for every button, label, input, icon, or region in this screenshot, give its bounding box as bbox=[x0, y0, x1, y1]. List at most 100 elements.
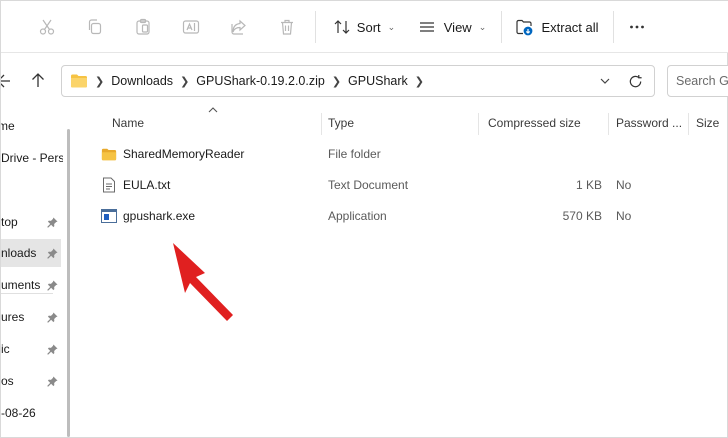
copy-icon bbox=[84, 16, 106, 38]
column-divider[interactable] bbox=[608, 113, 609, 135]
address-history-dropdown[interactable] bbox=[598, 74, 612, 88]
file-name-cell: EULA.txt bbox=[101, 170, 170, 200]
breadcrumb-zip[interactable]: GPUShark-0.19.2.0.zip bbox=[196, 74, 325, 88]
nav-item-folder-dated[interactable]: -08-26 bbox=[1, 399, 61, 427]
column-header-type[interactable]: Type bbox=[328, 111, 354, 135]
nav-item-pictures[interactable]: ures bbox=[1, 303, 61, 331]
view-icon bbox=[416, 16, 438, 38]
file-type: Application bbox=[328, 209, 387, 223]
share-icon bbox=[228, 16, 250, 38]
extract-icon bbox=[513, 16, 535, 38]
file-name: SharedMemoryReader bbox=[123, 147, 245, 161]
nav-item-music[interactable]: ic bbox=[1, 335, 61, 363]
sort-button[interactable]: Sort ⌄ bbox=[327, 11, 399, 43]
more-icon bbox=[626, 16, 648, 38]
delete-button[interactable] bbox=[271, 11, 303, 43]
nav-item-videos[interactable]: os bbox=[1, 367, 61, 395]
more-options-button[interactable] bbox=[621, 11, 653, 43]
nav-item-label: -08-26 bbox=[1, 406, 36, 420]
nav-item-label: ures bbox=[1, 310, 25, 324]
breadcrumb-chevron-icon: ❯ bbox=[180, 75, 190, 88]
file-name-cell: gpushark.exe bbox=[101, 201, 195, 231]
nav-item-label: me bbox=[1, 119, 15, 133]
delete-icon bbox=[276, 16, 298, 38]
file-name-cell: SharedMemoryReader bbox=[101, 139, 244, 169]
column-header-compressed-size[interactable]: Compressed size bbox=[488, 111, 581, 135]
application-icon bbox=[101, 208, 117, 224]
nav-item-onedrive[interactable]: Drive - Perso bbox=[1, 144, 63, 172]
pin-icon bbox=[46, 375, 58, 387]
sort-label: Sort bbox=[356, 19, 381, 35]
view-label: View bbox=[443, 19, 472, 35]
nav-item-home[interactable]: me bbox=[1, 112, 61, 140]
pin-icon bbox=[46, 216, 58, 228]
breadcrumb-chevron-icon: ❯ bbox=[95, 75, 105, 88]
column-header-password[interactable]: Password ... bbox=[616, 111, 682, 135]
toolbar-divider bbox=[315, 11, 316, 43]
breadcrumb-downloads[interactable]: Downloads bbox=[111, 74, 173, 88]
file-password: No bbox=[616, 209, 632, 223]
share-button[interactable] bbox=[223, 11, 255, 43]
nav-item-label: uments bbox=[1, 278, 41, 292]
cut-icon bbox=[36, 16, 58, 38]
folder-icon bbox=[70, 73, 88, 89]
cut-button[interactable] bbox=[31, 11, 63, 43]
nav-item-label: Drive - Perso bbox=[1, 151, 63, 165]
search-input[interactable]: Search GP bbox=[667, 65, 728, 97]
copy-button[interactable] bbox=[79, 11, 111, 43]
nav-item-documents[interactable]: uments bbox=[1, 271, 61, 299]
pin-icon bbox=[46, 279, 58, 291]
file-name: EULA.txt bbox=[123, 178, 171, 192]
sort-ascending-icon bbox=[208, 105, 218, 116]
file-compressed-size: 1 KB bbox=[575, 178, 602, 192]
search-placeholder: Search GP bbox=[676, 74, 728, 88]
nav-divider bbox=[1, 293, 53, 294]
annotation-arrow-icon bbox=[173, 243, 233, 321]
toolbar-divider bbox=[501, 11, 502, 43]
paste-icon bbox=[132, 16, 154, 38]
column-divider[interactable] bbox=[321, 113, 322, 135]
file-type: Text Document bbox=[328, 178, 409, 192]
column-header-name[interactable]: Name bbox=[112, 111, 144, 135]
rename-icon bbox=[180, 16, 202, 38]
address-bar[interactable]: ❯ Downloads ❯ GPUShark-0.19.2.0.zip ❯ GP… bbox=[61, 65, 655, 97]
file-name: gpushark.exe bbox=[123, 209, 196, 223]
file-row[interactable]: SharedMemoryReader File folder bbox=[95, 139, 728, 169]
extract-all-button[interactable]: Extract all bbox=[513, 11, 599, 43]
pin-icon bbox=[46, 343, 58, 355]
refresh-icon[interactable] bbox=[626, 72, 644, 90]
arrow-up-icon bbox=[30, 72, 46, 91]
file-row[interactable]: EULA.txt Text Document 1 KB No bbox=[95, 170, 728, 200]
navigation-pane: me Drive - Perso top nloads uments ures … bbox=[1, 105, 63, 438]
paste-button[interactable] bbox=[127, 11, 159, 43]
back-button[interactable] bbox=[1, 70, 13, 92]
toolbar-divider bbox=[613, 11, 614, 43]
up-button[interactable] bbox=[27, 70, 49, 92]
file-type: File folder bbox=[328, 147, 381, 161]
sort-icon bbox=[331, 16, 353, 38]
folder-icon bbox=[101, 146, 117, 162]
file-compressed-size: 570 KB bbox=[562, 209, 602, 223]
breadcrumb-gpushark[interactable]: GPUShark bbox=[348, 74, 408, 88]
file-password: No bbox=[616, 178, 632, 192]
chevron-down-icon: ⌄ bbox=[478, 21, 487, 32]
nav-item-label: os bbox=[1, 374, 14, 388]
nav-item-label: nloads bbox=[1, 246, 37, 260]
file-row[interactable]: gpushark.exe Application 570 KB No bbox=[95, 201, 728, 231]
nav-item-label: ic bbox=[1, 342, 10, 356]
chevron-down-icon: ⌄ bbox=[387, 21, 396, 32]
nav-item-label: top bbox=[1, 215, 18, 229]
navigation-scrollbar[interactable] bbox=[67, 129, 70, 437]
view-button[interactable]: View ⌄ bbox=[415, 11, 487, 43]
command-bar: Sort ⌄ View ⌄ Extract all bbox=[1, 1, 728, 53]
pin-icon bbox=[46, 247, 58, 259]
column-header-size[interactable]: Size bbox=[696, 111, 719, 135]
rename-button[interactable] bbox=[175, 11, 207, 43]
nav-item-downloads[interactable]: nloads bbox=[1, 239, 61, 267]
column-divider[interactable] bbox=[688, 113, 689, 135]
nav-item-desktop[interactable]: top bbox=[1, 208, 61, 236]
column-divider[interactable] bbox=[478, 113, 479, 135]
extract-all-label: Extract all bbox=[541, 19, 599, 35]
breadcrumb-chevron-icon: ❯ bbox=[414, 75, 425, 88]
pin-icon bbox=[46, 311, 58, 323]
